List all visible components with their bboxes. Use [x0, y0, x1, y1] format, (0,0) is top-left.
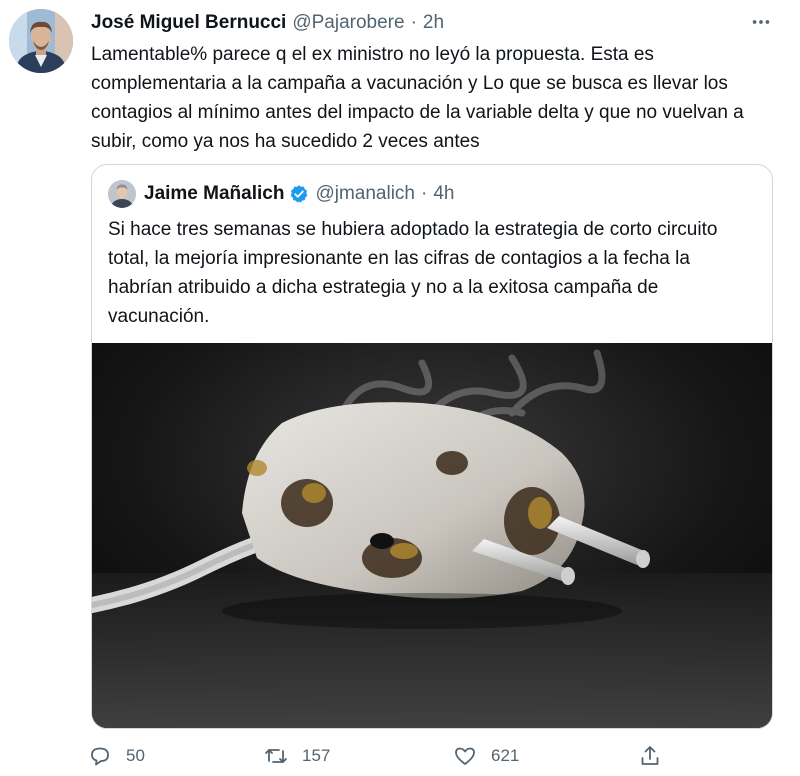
like-icon	[455, 747, 475, 765]
quoted-author-handle[interactable]: @jmanalich	[315, 183, 415, 205]
more-icon	[752, 20, 770, 24]
like-count: 621	[491, 746, 520, 765]
quoted-tweet-timestamp[interactable]: 4h	[433, 183, 454, 205]
tweet-actions: 50 157 621	[0, 736, 800, 776]
reply-icon	[91, 747, 109, 766]
more-options-button[interactable]	[746, 8, 776, 36]
author-avatar[interactable]	[9, 9, 73, 73]
tweet-header: José Miguel Bernucci @Pajarobere · 2h	[91, 10, 740, 36]
author-handle[interactable]: @Pajarobere	[292, 12, 404, 34]
share-icon	[641, 746, 659, 765]
retweet-icon	[265, 749, 287, 763]
like-button[interactable]: 621	[453, 742, 519, 770]
quoted-author-name[interactable]: Jaime Mañalich	[144, 183, 284, 205]
reply-count: 50	[126, 746, 145, 765]
burnt-plug-photo[interactable]	[92, 343, 772, 728]
quoted-tweet-text: Si hace tres semanas se hubiera adoptado…	[108, 219, 718, 327]
tweet-timestamp[interactable]: 2h	[423, 12, 444, 34]
author-name[interactable]: José Miguel Bernucci	[91, 12, 286, 34]
separator-dot: ·	[410, 12, 417, 33]
quoted-tweet[interactable]: Jaime Mañalich @jmanalich · 4h Si hace t…	[91, 164, 773, 729]
tweet-text: Lamentable% parece q el ex ministro no l…	[91, 44, 744, 152]
quoted-tweet-header: Jaime Mañalich @jmanalich · 4h	[108, 179, 454, 209]
reply-button[interactable]: 50	[88, 742, 145, 770]
separator-dot: ·	[421, 183, 428, 204]
share-button[interactable]	[638, 742, 676, 770]
verified-icon	[291, 185, 308, 203]
retweet-button[interactable]: 157	[264, 742, 330, 770]
retweet-count: 157	[302, 746, 331, 765]
quoted-author-avatar[interactable]	[108, 180, 136, 208]
